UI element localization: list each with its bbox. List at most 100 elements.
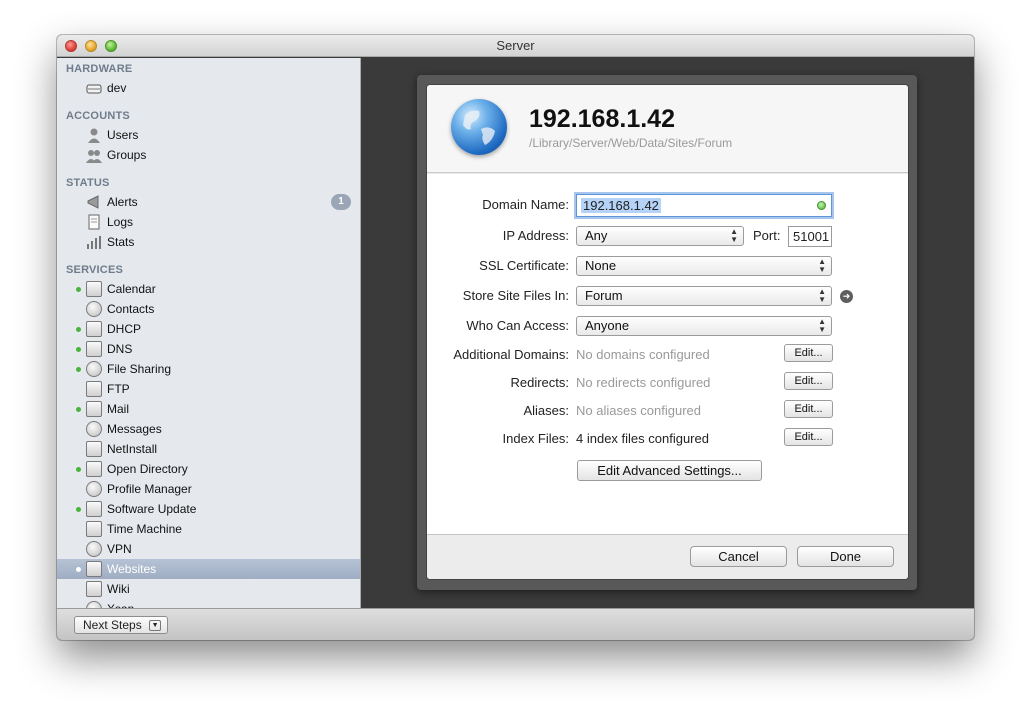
domain-name-label: Domain Name: — [482, 197, 569, 212]
cancel-button[interactable]: Cancel — [690, 546, 787, 567]
ip-address-popup[interactable]: Any ▲ ▼ — [576, 226, 744, 246]
zoom-window-button[interactable] — [105, 40, 117, 52]
sheet-footer: Cancel Done — [427, 534, 908, 579]
sidebar-item-wiki[interactable]: Wiki — [57, 579, 360, 599]
service-running-indicator — [76, 467, 81, 472]
site-path: /Library/Server/Web/Data/Sites/Forum — [529, 136, 733, 150]
sidebar-item-label: Groups — [107, 148, 147, 162]
edit-advanced-settings-button[interactable]: Edit Advanced Settings... — [577, 460, 762, 481]
section-accounts: ACCOUNTS — [66, 110, 130, 122]
service-running-indicator — [76, 327, 81, 332]
xsan-icon — [86, 601, 102, 608]
sidebar-item-users[interactable]: Users — [57, 125, 360, 145]
edit-additional-domains-button[interactable]: Edit... — [784, 344, 833, 362]
netinstall-icon — [86, 441, 102, 457]
chat-bubble-icon — [86, 421, 102, 437]
sidebar-item-xsan[interactable]: Xsan — [57, 599, 360, 608]
done-button[interactable]: Done — [797, 546, 894, 567]
site-title: 192.168.1.42 — [529, 105, 675, 133]
sidebar-item-time-machine[interactable]: Time Machine — [57, 519, 360, 539]
sidebar-item-contacts[interactable]: Contacts — [57, 299, 360, 319]
sidebar-item-websites[interactable]: Websites — [57, 559, 360, 579]
sidebar-item-label: Messages — [107, 422, 162, 436]
sidebar-item-messages[interactable]: Messages — [57, 419, 360, 439]
chevron-down-icon: ▼ — [149, 620, 162, 632]
user-icon — [86, 127, 102, 143]
ssl-certificate-popup[interactable]: None ▲ ▼ — [576, 256, 832, 276]
sidebar-item-ftp[interactable]: FTP — [57, 379, 360, 399]
ip-address-value: Any — [585, 228, 608, 243]
ssl-certificate-value: None — [585, 258, 617, 273]
sidebar-item-vpn[interactable]: VPN — [57, 539, 360, 559]
server-window: Server HARDWARE dev ACCOUNTS Users Group… — [57, 35, 974, 640]
update-icon — [86, 501, 102, 517]
sidebar-item-profile-manager[interactable]: Profile Manager — [57, 479, 360, 499]
sidebar-item-dev[interactable]: dev — [57, 78, 360, 98]
directory-icon — [86, 461, 102, 477]
store-site-files-label: Store Site Files In: — [462, 288, 569, 303]
additional-domains-value: No domains configured — [576, 347, 710, 362]
group-icon — [86, 147, 102, 163]
popup-arrows-icon: ▲ ▼ — [818, 317, 826, 334]
who-can-access-popup[interactable]: Anyone ▲ ▼ — [576, 316, 832, 336]
sidebar-item-stats[interactable]: Stats — [57, 232, 360, 252]
wiki-icon — [86, 581, 102, 597]
port-label: Port: — [753, 228, 781, 243]
megaphone-icon — [86, 194, 102, 210]
service-running-indicator — [76, 287, 81, 292]
sidebar-item-label: DHCP — [107, 322, 142, 336]
edit-aliases-button[interactable]: Edit... — [784, 400, 833, 418]
sidebar-item-mail[interactable]: Mail — [57, 399, 360, 419]
port-field[interactable]: 51001 — [788, 226, 832, 247]
sidebar-item-netinstall[interactable]: NetInstall — [57, 439, 360, 459]
sidebar-item-label: Open Directory — [107, 462, 188, 476]
sidebar-item-label: FTP — [107, 382, 130, 396]
store-site-files-popup[interactable]: Forum ▲ ▼ — [576, 286, 832, 306]
sidebar-item-label: Users — [107, 128, 139, 142]
close-window-button[interactable] — [65, 40, 77, 52]
service-running-indicator — [76, 407, 81, 412]
service-running-indicator — [76, 367, 81, 372]
sidebar-item-software-update[interactable]: Software Update — [57, 499, 360, 519]
sidebar-item-label: VPN — [107, 542, 132, 556]
sidebar-item-open-directory[interactable]: Open Directory — [57, 459, 360, 479]
popup-arrows-icon: ▲ ▼ — [730, 227, 738, 244]
store-site-files-value: Forum — [585, 288, 623, 303]
reveal-arrow-icon[interactable]: ➜ — [840, 290, 853, 303]
sheet-header: 192.168.1.42 /Library/Server/Web/Data/Si… — [427, 85, 908, 173]
service-running-indicator — [76, 567, 81, 572]
sidebar-item-alerts[interactable]: Alerts 1 — [57, 192, 360, 212]
sidebar-item-logs[interactable]: Logs — [57, 212, 360, 232]
domain-name-value: 192.168.1.42 — [581, 198, 661, 213]
bottom-bar: Next Steps ▼ — [57, 608, 974, 640]
next-steps-button[interactable]: Next Steps ▼ — [74, 616, 169, 634]
domain-name-field[interactable]: 192.168.1.42 — [576, 194, 832, 217]
redirects-label: Redirects: — [510, 375, 569, 390]
sidebar-item-label: NetInstall — [107, 442, 158, 456]
sidebar-item-file-sharing[interactable]: File Sharing — [57, 359, 360, 379]
sidebar-item-label: Logs — [107, 215, 134, 229]
sidebar-item-dns[interactable]: DNS — [57, 339, 360, 359]
gear-icon — [86, 481, 102, 497]
edit-redirects-button[interactable]: Edit... — [784, 372, 833, 390]
lock-icon — [86, 541, 102, 557]
sidebar-item-calendar[interactable]: Calendar — [57, 279, 360, 299]
sidebar-item-dhcp[interactable]: DHCP — [57, 319, 360, 339]
window-title: Server — [496, 38, 535, 53]
sidebar-item-label: Time Machine — [107, 522, 182, 536]
ftp-icon — [86, 381, 102, 397]
globe-icon — [86, 561, 102, 577]
index-files-label: Index Files: — [502, 431, 569, 446]
sidebar-item-label: Stats — [107, 235, 135, 249]
minimize-window-button[interactable] — [85, 40, 97, 52]
edit-index-files-button[interactable]: Edit... — [784, 428, 833, 446]
bar-chart-icon — [86, 234, 102, 250]
sidebar-item-label: File Sharing — [107, 362, 172, 376]
website-settings-sheet: 192.168.1.42 /Library/Server/Web/Data/Si… — [427, 85, 908, 579]
sidebar: HARDWARE dev ACCOUNTS Users Groups STATU… — [57, 58, 361, 608]
address-book-icon — [86, 301, 102, 317]
sidebar-item-groups[interactable]: Groups — [57, 145, 360, 165]
sidebar-item-label: Calendar — [107, 282, 156, 296]
sidebar-item-label: Software Update — [107, 502, 197, 516]
title-bar: Server — [57, 35, 974, 57]
